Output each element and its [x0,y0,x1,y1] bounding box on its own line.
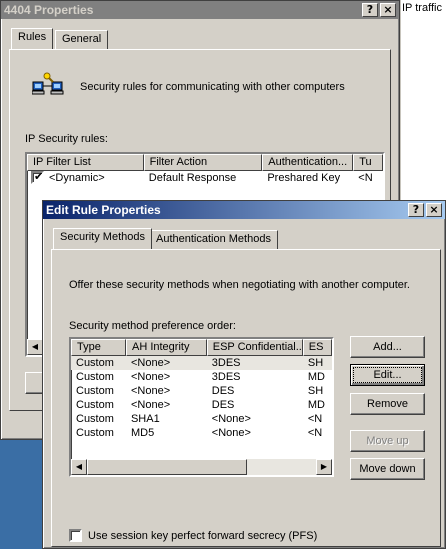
esp-integrity-cell: MD [307,371,325,383]
esp-confidentiality-cell: DES [211,399,235,411]
column-header[interactable]: ESP Confidential... [206,339,303,356]
scroll-right-button[interactable]: ▶ [316,459,332,475]
window-title: Edit Rule Properties [46,203,161,217]
column-header[interactable]: Type [71,339,126,356]
tab-security-methods[interactable]: Security Methods [53,228,152,249]
help-button[interactable]: ? [362,3,378,17]
tab-rules[interactable]: Rules [11,28,54,49]
table-row[interactable]: Custom SHA1 <None> <N [71,412,332,426]
esp-confidentiality-cell: <None> [211,413,251,425]
move-down-button[interactable]: Move down [350,458,425,480]
pfs-checkbox[interactable] [69,529,82,542]
tunnel-value: <N [358,172,373,184]
type-cell: Custom [76,357,114,369]
esp-confidentiality-cell: 3DES [211,357,241,369]
esp-confidentiality-cell: <None> [211,427,251,439]
edit-button[interactable]: Edit... [350,364,425,386]
horizontal-scrollbar[interactable]: ◀ ▶ [71,459,332,475]
table-row[interactable]: Custom <None> 3DES MD [71,370,332,384]
security-methods-panel: Offer these security methods when negoti… [51,249,441,547]
rules-description: Security rules for communicating with ot… [80,81,345,93]
scroll-left-button[interactable]: ◀ [71,459,87,475]
esp-confidentiality-cell: 3DES [211,371,241,383]
row-cell: <Dynamic> [27,171,144,185]
ah-integrity-cell: MD5 [130,427,155,439]
type-cell: Custom [76,427,114,439]
background-window-text: IP traffic [402,2,442,14]
table-row[interactable]: Custom <None> DES MD [71,398,332,412]
esp-integrity-cell: SH [307,357,324,369]
ip-security-rules-label: IP Security rules: [25,133,108,145]
ah-integrity-cell: <None> [130,371,171,383]
authentication-value: Preshared Key [267,172,341,184]
scroll-thumb[interactable] [87,459,247,475]
table-row[interactable]: Custom MD5 <None> <N [71,426,332,440]
remove-button[interactable]: Remove [350,393,425,415]
pfs-label[interactable]: Use session key perfect forward secrecy … [88,530,317,542]
type-cell: Custom [76,413,114,425]
help-button[interactable]: ? [408,203,424,217]
column-header[interactable]: IP Filter List [27,154,144,171]
table-row[interactable]: <Dynamic> Default Response Preshared Key… [27,171,383,185]
preference-order-label: Security method preference order: [69,320,236,332]
esp-integrity-cell: <N [307,427,323,439]
move-up-button[interactable]: Move up [350,430,425,452]
esp-integrity-cell: MD [307,399,325,411]
table-row[interactable]: Custom <None> 3DES SH [71,356,332,370]
esp-confidentiality-cell: DES [211,385,235,397]
column-header[interactable]: AH Integrity [125,339,207,356]
tab-authentication-methods[interactable]: Authentication Methods [149,230,278,249]
column-header[interactable]: ES [302,339,332,356]
type-cell: Custom [76,399,114,411]
close-button[interactable]: × [380,3,396,17]
filter-list-value: <Dynamic> [49,172,105,184]
rule-enabled-checkbox[interactable] [31,171,44,184]
security-methods-intro: Offer these security methods when negoti… [69,279,410,291]
ah-integrity-cell: <None> [130,385,171,397]
ah-integrity-cell: SHA1 [130,413,160,425]
properties-titlebar[interactable]: 4404 Properties ? × [1,1,399,19]
edit-rule-properties-window: Edit Rule Properties ? × Security Method… [42,200,446,549]
column-header[interactable]: Authentication... [262,154,354,171]
ah-integrity-cell: <None> [130,399,171,411]
column-header[interactable]: Filter Action [143,154,263,171]
add-button[interactable]: Add... [350,336,425,358]
edit-rule-titlebar[interactable]: Edit Rule Properties ? × [43,201,445,219]
esp-integrity-cell: <N [307,413,323,425]
list-header: Type AH Integrity ESP Confidential... ES [71,339,332,356]
type-cell: Custom [76,371,114,383]
window-title: 4404 Properties [4,3,94,17]
column-header[interactable]: Tu [353,154,383,171]
table-row[interactable]: Custom <None> DES SH [71,384,332,398]
esp-integrity-cell: SH [307,385,324,397]
network-computers-icon [31,70,64,98]
ah-integrity-cell: <None> [130,357,171,369]
tab-general[interactable]: General [55,30,109,49]
close-button[interactable]: × [426,203,442,217]
security-methods-list[interactable]: Type AH Integrity ESP Confidential... ES… [69,337,334,477]
type-cell: Custom [76,385,114,397]
list-header: IP Filter List Filter Action Authenticat… [27,154,383,171]
scroll-left-button[interactable]: ◀ [27,339,43,355]
filter-action-value: Default Response [148,172,237,184]
